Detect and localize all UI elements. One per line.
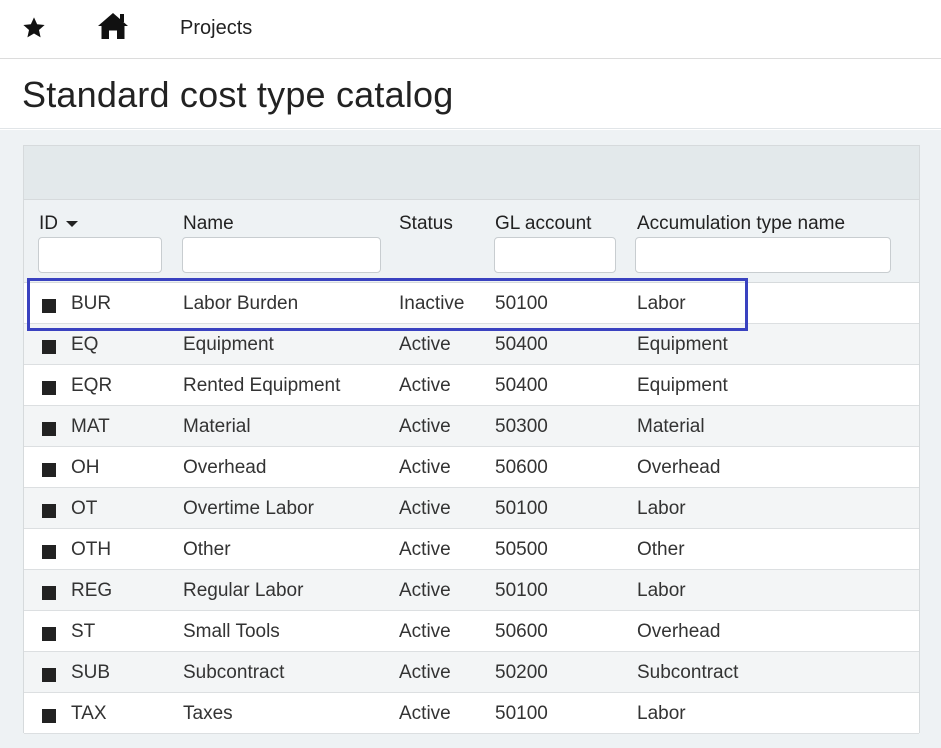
cell-gl-account: 50500: [495, 539, 548, 560]
cell-name: Rented Equipment: [183, 375, 341, 396]
row-selector-icon[interactable]: [42, 463, 56, 477]
table-row[interactable]: BUR Labor Burden Inactive 50100 Labor: [24, 283, 919, 324]
cell-accumulation-type: Subcontract: [637, 662, 739, 683]
cell-name: Equipment: [183, 334, 274, 355]
cell-gl-account: 50100: [495, 293, 548, 314]
row-selector-icon[interactable]: [42, 504, 56, 518]
column-header-gl-account[interactable]: GL account: [495, 213, 591, 235]
table-row[interactable]: SUB Subcontract Active 50200 Subcontract: [24, 652, 919, 693]
cell-id: MAT: [71, 416, 110, 437]
cell-id: SUB: [71, 662, 111, 683]
row-selector-icon[interactable]: [42, 299, 56, 313]
cell-status: Active: [399, 539, 451, 560]
cell-status: Active: [399, 457, 451, 478]
top-navigation-bar: Projects: [0, 0, 941, 59]
cell-accumulation-type: Other: [637, 539, 685, 560]
cell-name: Taxes: [183, 703, 233, 724]
cell-gl-account: 50100: [495, 580, 548, 601]
table-row[interactable]: REG Regular Labor Active 50100 Labor: [24, 570, 919, 611]
cell-id: EQR: [71, 375, 113, 396]
table-row[interactable]: ST Small Tools Active 50600 Overhead: [24, 611, 919, 652]
gl-account-filter-input[interactable]: [494, 237, 616, 273]
cell-id: OTH: [71, 539, 112, 560]
cell-accumulation-type: Labor: [637, 293, 686, 314]
cell-status: Active: [399, 621, 451, 642]
cell-name: Labor Burden: [183, 293, 299, 314]
cell-status: Active: [399, 416, 451, 437]
cell-id: BUR: [71, 293, 112, 314]
cell-accumulation-type: Labor: [637, 498, 686, 519]
cell-id: ST: [71, 621, 96, 642]
row-selector-icon[interactable]: [42, 545, 56, 559]
cell-status: Active: [399, 580, 451, 601]
cell-gl-account: 50100: [495, 703, 548, 724]
cell-id: TAX: [71, 703, 107, 724]
cell-gl-account: 50400: [495, 334, 548, 355]
cost-type-grid: ID Name Status GL account Accumulation t…: [23, 145, 920, 734]
cell-id: OH: [71, 457, 100, 478]
grid-header-row: ID Name Status GL account Accumulation t…: [24, 200, 919, 283]
cell-accumulation-type: Equipment: [637, 334, 728, 355]
table-row[interactable]: OT Overtime Labor Active 50100 Labor: [24, 488, 919, 529]
column-header-name[interactable]: Name: [183, 213, 234, 235]
row-selector-icon[interactable]: [42, 381, 56, 395]
column-header-id-label: ID: [39, 213, 58, 234]
column-header-accumulation-type[interactable]: Accumulation type name: [637, 213, 845, 235]
cell-name: Regular Labor: [183, 580, 304, 601]
cell-name: Other: [183, 539, 231, 560]
page-title: Standard cost type catalog: [22, 74, 454, 115]
cell-status: Active: [399, 662, 451, 683]
home-icon[interactable]: [96, 11, 130, 41]
cell-name: Overtime Labor: [183, 498, 314, 519]
cell-id: REG: [71, 580, 113, 601]
row-selector-icon[interactable]: [42, 627, 56, 641]
projects-nav-link[interactable]: Projects: [180, 17, 252, 40]
table-row[interactable]: OH Overhead Active 50600 Overhead: [24, 447, 919, 488]
cell-gl-account: 50200: [495, 662, 548, 683]
cell-id: EQ: [71, 334, 99, 355]
cell-gl-account: 50100: [495, 498, 548, 519]
cell-accumulation-type: Labor: [637, 703, 686, 724]
cell-name: Small Tools: [183, 621, 280, 642]
row-selector-icon[interactable]: [42, 709, 56, 723]
cell-gl-account: 50600: [495, 457, 548, 478]
accumulation-type-filter-input[interactable]: [635, 237, 891, 273]
cell-gl-account: 50300: [495, 416, 548, 437]
cell-name: Subcontract: [183, 662, 285, 683]
star-icon[interactable]: [21, 15, 47, 41]
sort-descending-icon: [66, 220, 78, 227]
cell-accumulation-type: Overhead: [637, 457, 721, 478]
table-row[interactable]: MAT Material Active 50300 Material: [24, 406, 919, 447]
cell-accumulation-type: Labor: [637, 580, 686, 601]
cell-status: Inactive: [399, 293, 465, 314]
column-header-status[interactable]: Status: [399, 213, 453, 235]
grid-body: BUR Labor Burden Inactive 50100 Labor EQ Equip…: [24, 283, 919, 734]
row-selector-icon[interactable]: [42, 668, 56, 682]
column-header-id[interactable]: ID: [39, 213, 78, 235]
id-filter-input[interactable]: [38, 237, 162, 273]
name-filter-input[interactable]: [182, 237, 381, 273]
cell-id: OT: [71, 498, 98, 519]
cell-status: Active: [399, 375, 451, 396]
row-selector-icon[interactable]: [42, 586, 56, 600]
cell-accumulation-type: Equipment: [637, 375, 728, 396]
row-selector-icon[interactable]: [42, 422, 56, 436]
cell-status: Active: [399, 703, 451, 724]
cell-accumulation-type: Material: [637, 416, 705, 437]
cell-name: Overhead: [183, 457, 267, 478]
table-row[interactable]: TAX Taxes Active 50100 Labor: [24, 693, 919, 734]
table-row[interactable]: EQ Equipment Active 50400 Equipment: [24, 324, 919, 365]
cell-status: Active: [399, 498, 451, 519]
grid-toolbar: [24, 146, 919, 200]
cell-status: Active: [399, 334, 451, 355]
cell-name: Material: [183, 416, 251, 437]
cell-gl-account: 50400: [495, 375, 548, 396]
table-row[interactable]: EQR Rented Equipment Active 50400 Equipment: [24, 365, 919, 406]
cell-accumulation-type: Overhead: [637, 621, 721, 642]
cell-gl-account: 50600: [495, 621, 548, 642]
table-row[interactable]: OTH Other Active 50500 Other: [24, 529, 919, 570]
row-selector-icon[interactable]: [42, 340, 56, 354]
